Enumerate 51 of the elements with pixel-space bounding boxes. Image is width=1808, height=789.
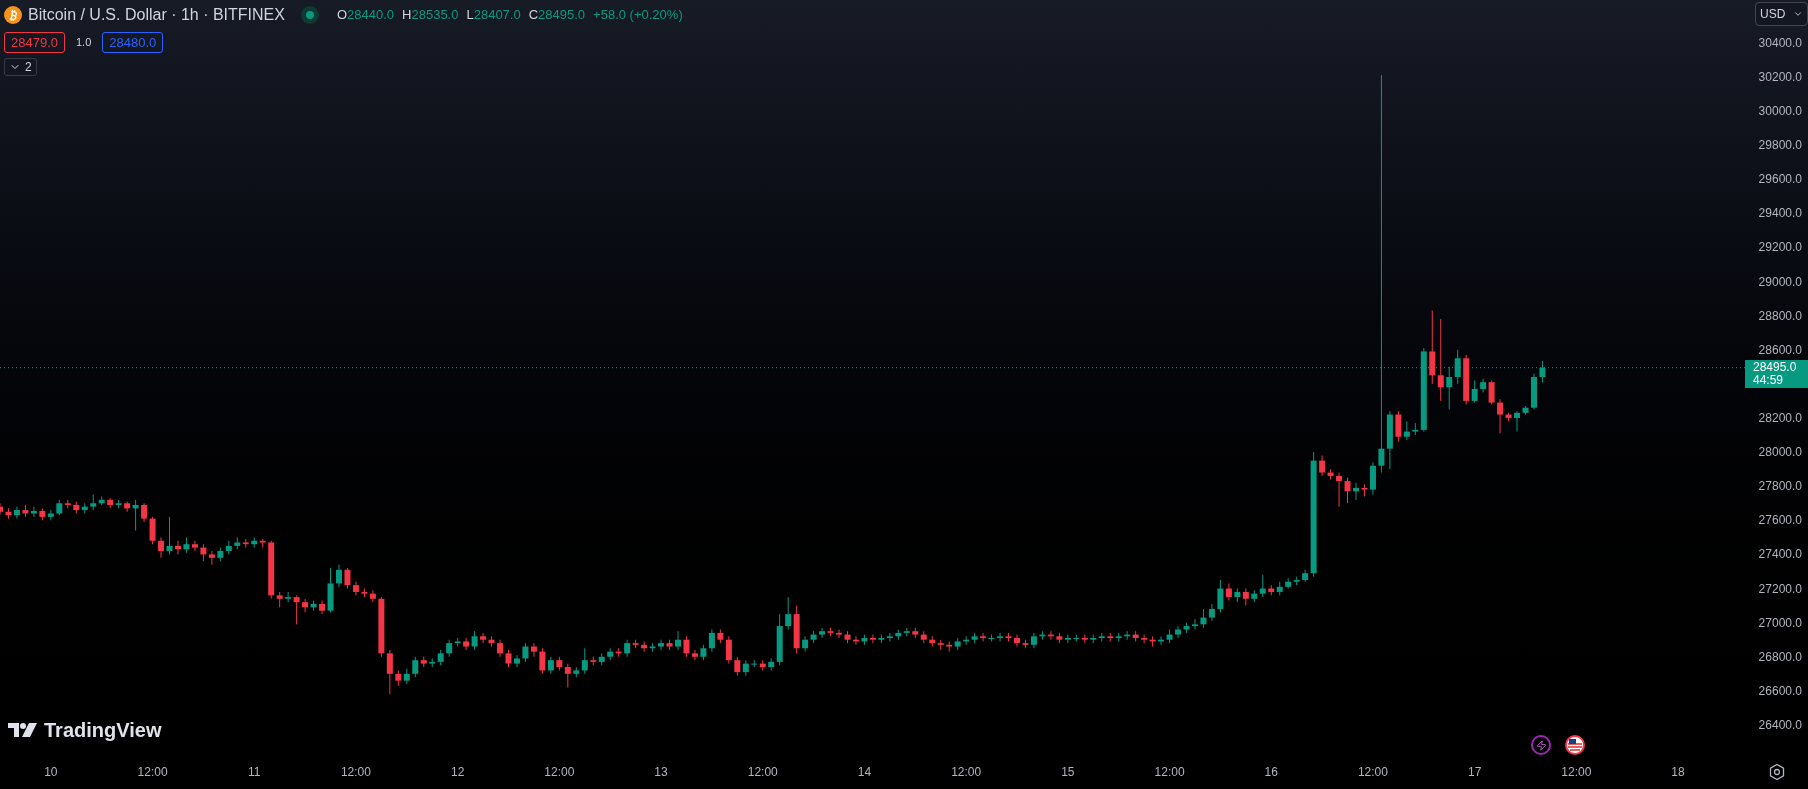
ohlc-value: H28535.0 (402, 6, 459, 25)
price-axis-label: 27200.0 (1758, 581, 1802, 596)
logo-text: TradingView (44, 718, 162, 743)
price-axis-label: 27000.0 (1758, 615, 1802, 630)
ohlc-value: O28440.0 (336, 6, 395, 25)
price-axis-label: 27600.0 (1758, 513, 1802, 528)
symbol-title[interactable]: Bitcoin / U.S. Dollar · 1h · BITFINEX (28, 3, 285, 27)
ref-line-label: 28495.0 (1753, 359, 1798, 374)
time-axis-label: 12:00 (1357, 764, 1388, 781)
price-axis-label: 30200.0 (1758, 69, 1802, 84)
time-axis-label: 10 (44, 764, 58, 781)
time-axis-label: 14 (857, 764, 872, 781)
time-axis-label: 12:00 (951, 764, 982, 781)
price-axis-label: 30400.0 (1758, 35, 1802, 50)
time-axis-label: 18 (1671, 764, 1685, 781)
buy-button[interactable]: 28480.0 (102, 32, 164, 53)
time-axis-label: 12:00 (340, 764, 371, 781)
time-axis-label: 11 (248, 764, 261, 781)
time-axis-label: 13 (654, 764, 668, 781)
price-axis-label: 29000.0 (1758, 274, 1802, 289)
time-axis-label: 12:00 (747, 764, 778, 781)
price-axis-label: 28800.0 (1758, 308, 1802, 323)
ohlc-value: C28495.0 (528, 6, 586, 25)
time-axis-label: 12 (450, 764, 465, 781)
price-axis-label: 26800.0 (1758, 649, 1802, 664)
price-axis-label: 29200.0 (1758, 240, 1802, 255)
last-price-tag: 28495.0 44:59 (1745, 359, 1808, 388)
price-change: +58.0 (+0.20%) (593, 6, 683, 25)
time-axis-label: 17 (1467, 764, 1482, 781)
price-axis-label: 27800.0 (1758, 479, 1802, 494)
spread-value: 1.0 (75, 35, 93, 51)
price-axis-label: 28000.0 (1758, 445, 1802, 460)
sell-button[interactable]: 28479.0 (4, 32, 65, 53)
time-axis-label: 12:00 (1561, 764, 1592, 781)
price-axis-label: 28200.0 (1758, 410, 1802, 425)
price-axis-label: 27400.0 (1758, 547, 1802, 562)
collapse-button[interactable]: 2 (4, 58, 37, 76)
time-axis-label: 12:00 (544, 764, 575, 781)
time-axis-label: 12:00 (1154, 764, 1185, 781)
price-axis-label: 26400.0 (1758, 718, 1802, 732)
price-axis-label: 26600.0 (1758, 683, 1802, 698)
currency-dropdown[interactable]: USD (1755, 2, 1808, 26)
time-axis-label: 16 (1264, 764, 1278, 781)
ohlc-value: L28407.0 (466, 6, 521, 25)
price-axis-label: 29600.0 (1758, 172, 1802, 187)
price-axis-label: 29800.0 (1758, 138, 1802, 153)
price-axis-label: 30000.0 (1758, 103, 1802, 118)
time-axis-label: 12:00 (137, 764, 168, 781)
time-axis-label: 15 (1061, 764, 1075, 781)
price-axis-label: 28600.0 (1758, 342, 1802, 357)
price-axis-label: 29400.0 (1758, 206, 1802, 221)
